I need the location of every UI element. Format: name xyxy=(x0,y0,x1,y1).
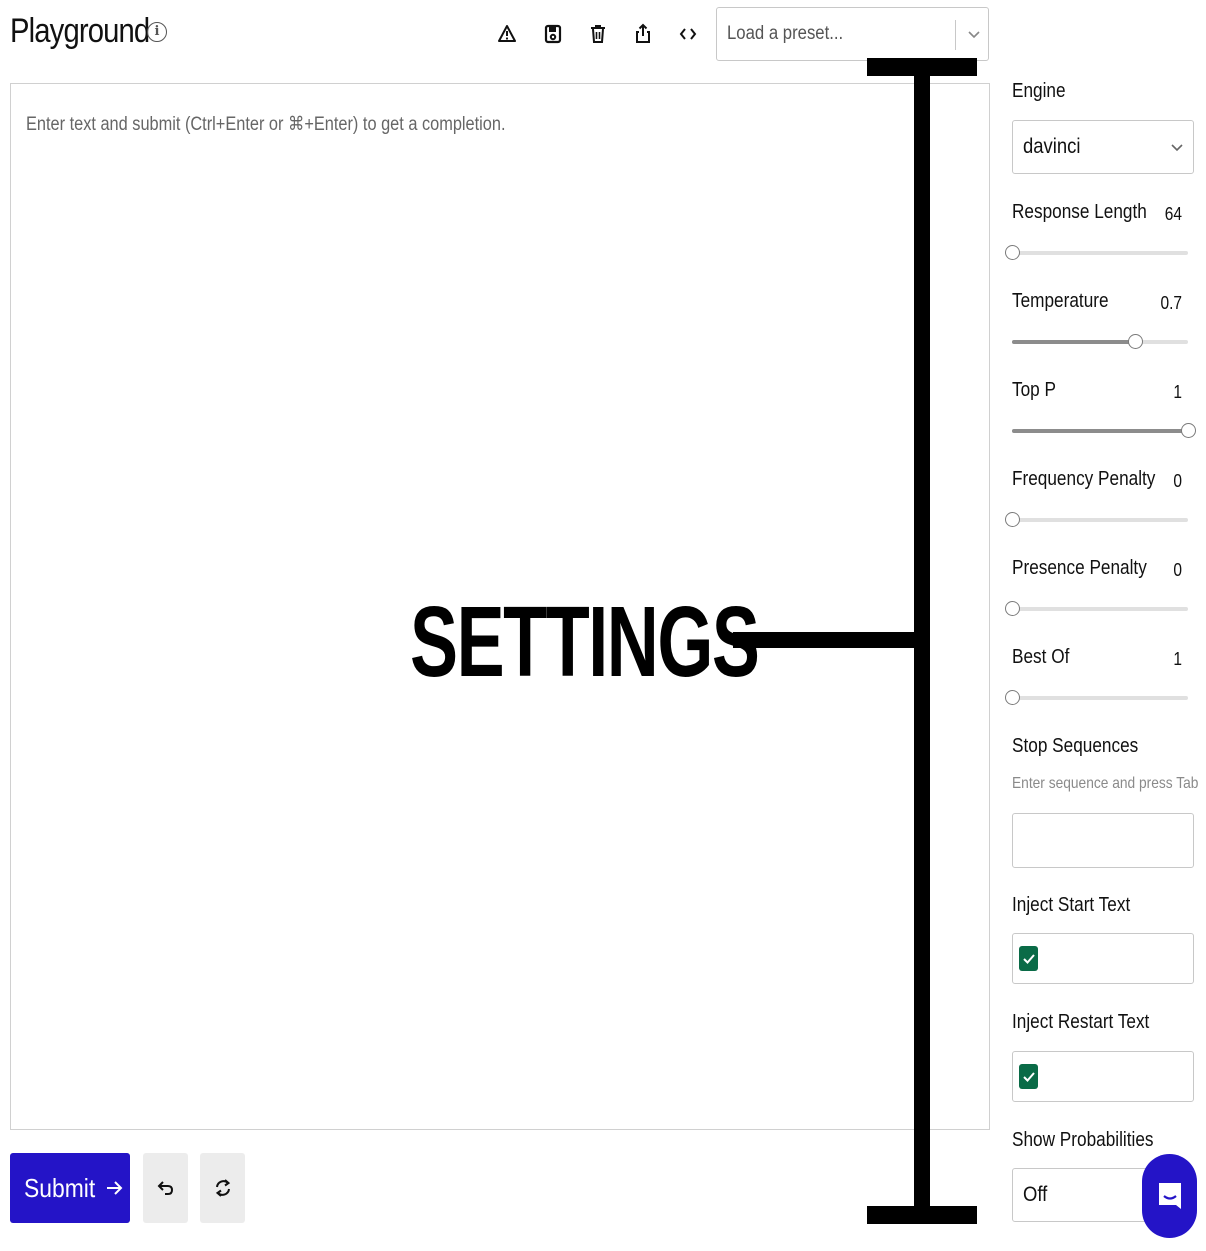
regenerate-button[interactable] xyxy=(200,1153,245,1223)
inject-restart-checkbox[interactable] xyxy=(1019,1064,1038,1089)
arrow-right-icon xyxy=(107,1181,123,1195)
slider-thumb[interactable] xyxy=(1181,423,1196,438)
undo-icon xyxy=(157,1181,173,1195)
slider-track xyxy=(1012,518,1188,522)
best-of-slider[interactable] xyxy=(1005,688,1188,708)
checkmark-icon xyxy=(1022,1071,1035,1082)
code-icon[interactable] xyxy=(677,21,699,47)
response-length-value: 64 xyxy=(1164,204,1182,224)
temperature-slider[interactable] xyxy=(1012,332,1188,352)
frequency-penalty-label: Frequency Penalty xyxy=(1012,468,1156,490)
presence-penalty-label: Presence Penalty xyxy=(1012,557,1147,579)
response-length-slider[interactable] xyxy=(1005,243,1188,263)
slider-track xyxy=(1012,696,1188,700)
inject-start-checkbox[interactable] xyxy=(1019,946,1038,971)
presence-penalty-slider[interactable] xyxy=(1005,599,1188,619)
inject-start-field[interactable] xyxy=(1012,933,1194,984)
top-p-value: 1 xyxy=(1173,382,1182,402)
stop-sequences-input[interactable] xyxy=(1012,813,1194,868)
inject-restart-label: Inject Restart Text xyxy=(1012,1011,1150,1033)
top-p-slider[interactable] xyxy=(1012,421,1196,441)
info-icon[interactable]: i xyxy=(147,22,167,42)
slider-thumb[interactable] xyxy=(1005,512,1020,527)
checkmark-icon xyxy=(1022,953,1035,964)
slider-thumb[interactable] xyxy=(1005,245,1020,260)
engine-label: Engine xyxy=(1012,80,1066,102)
trash-icon[interactable] xyxy=(587,21,609,47)
save-icon[interactable] xyxy=(542,21,564,47)
inject-start-label: Inject Start Text xyxy=(1012,894,1131,916)
annotation-bracket-bottom xyxy=(867,1206,977,1224)
best-of-label: Best Of xyxy=(1012,646,1070,668)
frequency-penalty-slider[interactable] xyxy=(1005,510,1188,530)
regenerate-icon xyxy=(215,1179,230,1197)
preset-select[interactable]: Load a preset... xyxy=(716,7,989,61)
engine-value: davinci xyxy=(1023,135,1081,158)
temperature-label: Temperature xyxy=(1012,290,1109,312)
presence-penalty-value: 0 xyxy=(1173,560,1182,580)
slider-fill xyxy=(1012,340,1136,344)
chat-support-button[interactable] xyxy=(1142,1154,1197,1238)
annotation-label: SETTINGS xyxy=(410,586,760,698)
show-probabilities-value: Off xyxy=(1023,1183,1048,1206)
preset-placeholder: Load a preset... xyxy=(727,23,844,44)
warning-icon[interactable] xyxy=(496,21,518,47)
page-title: Playground xyxy=(10,12,150,50)
temperature-value: 0.7 xyxy=(1160,293,1182,313)
annotation-pointer-line xyxy=(733,632,923,648)
show-probabilities-label: Show Probabilities xyxy=(1012,1129,1154,1151)
prompt-placeholder: Enter text and submit (Ctrl+Enter or ⌘+E… xyxy=(26,114,506,135)
frequency-penalty-value: 0 xyxy=(1173,471,1182,491)
slider-thumb[interactable] xyxy=(1005,601,1020,616)
slider-thumb[interactable] xyxy=(1005,690,1020,705)
stop-sequences-label: Stop Sequences xyxy=(1012,735,1139,757)
slider-thumb[interactable] xyxy=(1128,334,1144,349)
slider-track xyxy=(1012,251,1188,255)
submit-label: Submit xyxy=(24,1172,96,1203)
inject-restart-field[interactable] xyxy=(1012,1051,1194,1102)
engine-select[interactable]: davinci xyxy=(1012,120,1194,174)
best-of-value: 1 xyxy=(1173,649,1182,669)
response-length-label: Response Length xyxy=(1012,201,1147,223)
preset-divider xyxy=(955,20,956,50)
chevron-down-icon xyxy=(968,31,980,39)
chat-icon xyxy=(1158,1183,1181,1209)
stop-sequences-hint: Enter sequence and press Tab xyxy=(1012,775,1199,792)
top-p-label: Top P xyxy=(1012,379,1056,401)
slider-fill xyxy=(1012,429,1188,433)
slider-track xyxy=(1012,607,1188,611)
undo-button[interactable] xyxy=(143,1153,188,1223)
submit-button[interactable]: Submit xyxy=(10,1153,130,1223)
share-icon[interactable] xyxy=(632,21,654,47)
chevron-down-icon xyxy=(1171,144,1183,152)
